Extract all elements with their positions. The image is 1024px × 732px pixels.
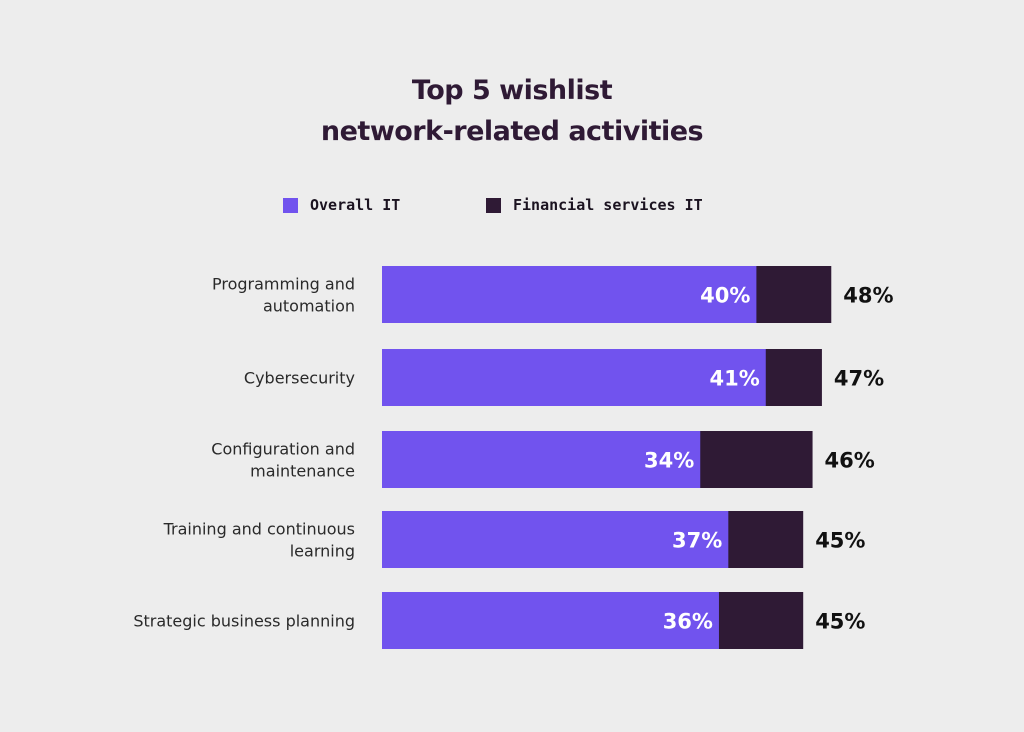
category-label: Strategic business planning <box>133 612 355 631</box>
data-label-financial-services-it: 48% <box>843 284 893 308</box>
category-label: learning <box>290 542 355 561</box>
category-label: Cybersecurity <box>244 369 355 388</box>
data-label-financial-services-it: 45% <box>815 610 865 634</box>
data-label-overall-it: 37% <box>672 529 722 553</box>
data-label-overall-it: 34% <box>644 449 694 473</box>
data-label-overall-it: 40% <box>700 284 750 308</box>
data-label-financial-services-it: 45% <box>815 529 865 553</box>
data-label-financial-services-it: 47% <box>834 367 884 391</box>
category-label: maintenance <box>250 462 355 481</box>
data-label-overall-it: 41% <box>709 367 759 391</box>
data-label-overall-it: 36% <box>663 610 713 634</box>
bar-overall-it <box>382 349 766 406</box>
category-label: Configuration and <box>211 440 355 459</box>
category-label: Programming and <box>212 275 355 294</box>
data-label-financial-services-it: 46% <box>825 449 875 473</box>
category-label: Training and continuous <box>163 520 355 539</box>
bar-chart: 40% 48% Programming and automation 41% 47% Cyb… <box>133 266 894 649</box>
category-label: automation <box>263 297 355 316</box>
